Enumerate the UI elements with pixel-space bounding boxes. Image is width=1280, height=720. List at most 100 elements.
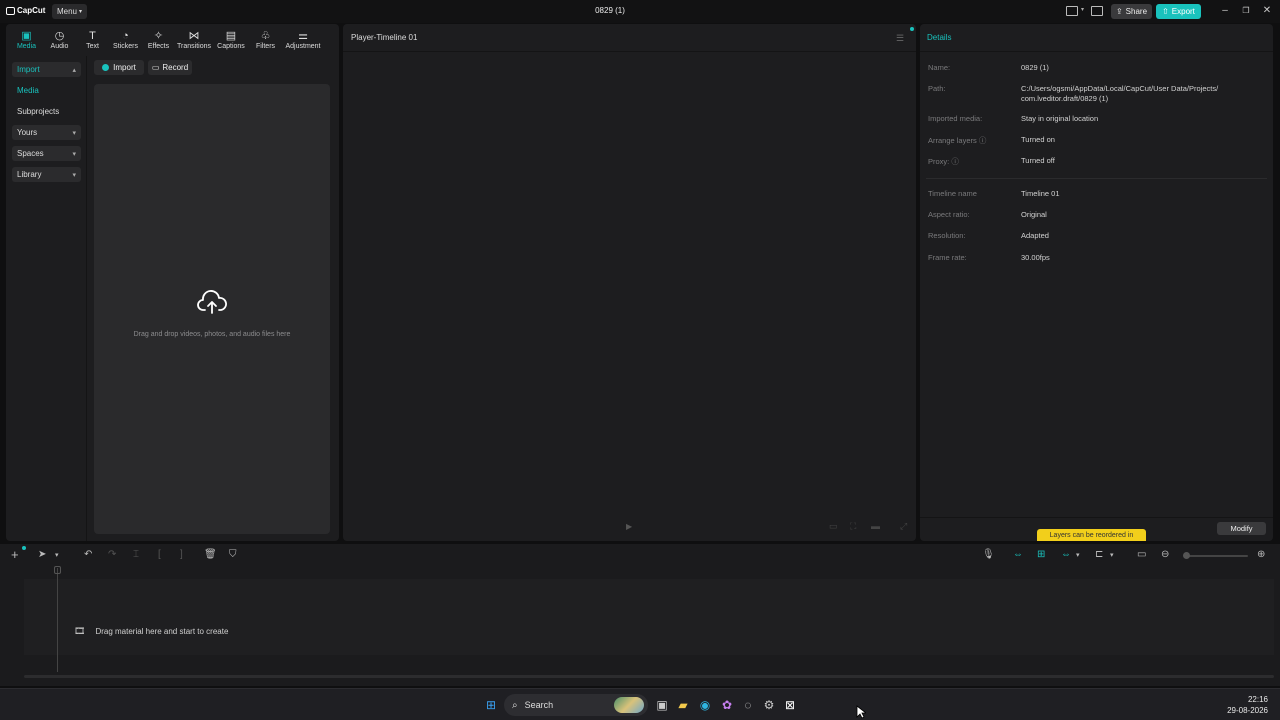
capcut-logo-icon bbox=[6, 6, 15, 15]
media-dropzone[interactable]: Drag and drop videos, photos, and audio … bbox=[94, 84, 330, 534]
tab-media[interactable]: ▣ Media bbox=[10, 24, 43, 52]
layout-icon[interactable] bbox=[1066, 6, 1078, 16]
sidebar-item-import[interactable]: Import ▴ bbox=[12, 62, 81, 77]
sidebar-item-yours[interactable]: Yours ▾ bbox=[12, 125, 81, 140]
fullscreen-icon[interactable]: ⤢ bbox=[900, 521, 907, 532]
chevron-down-icon[interactable]: ▾ bbox=[1076, 551, 1080, 559]
chevron-up-icon: ▴ bbox=[72, 66, 76, 74]
import-button[interactable]: Import bbox=[94, 60, 144, 75]
caption-icon[interactable]: ▭ bbox=[1137, 549, 1146, 560]
split-icon[interactable]: ⌶ bbox=[133, 549, 139, 560]
task-view-icon[interactable]: ▣ bbox=[655, 698, 669, 712]
tab-effects[interactable]: ✧ Effects bbox=[142, 24, 175, 52]
record-button[interactable]: ▭ Record bbox=[148, 60, 192, 75]
hamburger-icon[interactable]: ☰ bbox=[896, 33, 904, 44]
notification-dot bbox=[22, 546, 26, 550]
sidebar-item-spaces[interactable]: Spaces ▾ bbox=[12, 146, 81, 161]
zoom-slider-handle[interactable] bbox=[1183, 552, 1190, 559]
playhead[interactable] bbox=[57, 568, 58, 672]
copilot-icon[interactable]: ✿ bbox=[720, 698, 734, 712]
snap-icon[interactable]: ⇔ bbox=[1061, 549, 1071, 560]
text-icon: T bbox=[89, 30, 96, 42]
detail-value: Adapted bbox=[1021, 231, 1049, 240]
settings-gear-icon[interactable]: ⚙ bbox=[762, 698, 776, 712]
capcut-taskbar-icon[interactable]: ⊠ bbox=[783, 698, 797, 712]
detail-key-text: Proxy: bbox=[928, 157, 950, 166]
sidebar-item-label: Yours bbox=[17, 128, 38, 137]
timeline-scrollbar[interactable] bbox=[24, 675, 1274, 678]
divider bbox=[920, 51, 1273, 52]
chevron-down-icon[interactable]: ▾ bbox=[55, 551, 59, 559]
undo-icon[interactable]: ↶ bbox=[84, 549, 92, 560]
zoom-slider[interactable] bbox=[1186, 555, 1248, 557]
shield-icon[interactable]: ⛉ bbox=[229, 549, 237, 560]
taskbar-clock[interactable]: 22:16 29-08-2026 bbox=[1222, 694, 1268, 716]
share-button[interactable]: ⇪ Share bbox=[1111, 4, 1152, 19]
cloud-upload-icon bbox=[197, 290, 227, 314]
delete-icon[interactable]: 🗑︎ bbox=[204, 549, 217, 560]
restore-icon[interactable]: ❐ bbox=[1240, 6, 1252, 15]
clock-time: 22:16 bbox=[1247, 695, 1268, 704]
ratio-select-icon[interactable]: ▬ bbox=[871, 521, 880, 531]
magnet-icon[interactable]: ⊞ bbox=[1037, 549, 1045, 560]
edge-icon[interactable]: ◉ bbox=[698, 698, 712, 712]
chrome-icon[interactable]: ◌ bbox=[741, 698, 755, 712]
modify-button[interactable]: Modify bbox=[1217, 522, 1266, 535]
share-label: Share bbox=[1125, 7, 1148, 16]
camera-icon: ▭ bbox=[151, 63, 160, 72]
sidebar-item-label: Library bbox=[17, 170, 42, 179]
add-track-icon[interactable]: + bbox=[11, 547, 19, 562]
player-title: Player-Timeline 01 bbox=[351, 33, 418, 42]
close-icon[interactable]: ✕ bbox=[1261, 5, 1273, 16]
sidebar-item-media[interactable]: Media bbox=[12, 83, 81, 98]
tab-audio[interactable]: ◷ Audio bbox=[43, 24, 76, 52]
film-icon: 🎞︎ bbox=[74, 626, 86, 636]
trim-right-icon[interactable]: ] bbox=[180, 549, 183, 560]
link-icon[interactable]: ⇔ bbox=[1013, 549, 1023, 560]
timeline-track-area[interactable] bbox=[24, 579, 1274, 655]
minimize-icon[interactable]: – bbox=[1219, 5, 1231, 16]
info-icon[interactable]: ⓘ bbox=[979, 136, 987, 145]
tab-stickers[interactable]: ◔ Stickers bbox=[109, 24, 142, 52]
export-button[interactable]: ⇧ Export bbox=[1156, 4, 1201, 19]
layout-chevron-icon[interactable]: ▾ bbox=[1081, 6, 1084, 13]
detail-key: Aspect ratio: bbox=[928, 210, 970, 219]
play-icon[interactable]: ▶ bbox=[626, 522, 632, 531]
media-icon: ▣ bbox=[21, 30, 32, 42]
tab-captions[interactable]: ▤ Captions bbox=[213, 24, 249, 52]
tab-label: Captions bbox=[217, 43, 245, 50]
info-icon[interactable]: ⓘ bbox=[951, 157, 959, 166]
sidebar-item-subprojects[interactable]: Subprojects bbox=[12, 104, 81, 119]
taskbar-search[interactable]: ⌕ Search bbox=[504, 694, 648, 716]
tab-adjustment[interactable]: ⚌ Adjustment bbox=[282, 24, 324, 52]
detail-value: Timeline 01 bbox=[1021, 189, 1060, 198]
zoom-in-icon[interactable]: ⊕ bbox=[1257, 549, 1265, 560]
tab-filters[interactable]: ♧ Filters bbox=[249, 24, 282, 52]
windows-start-icon[interactable]: ⊞ bbox=[484, 698, 498, 712]
detail-row-path: Path: C:/Users/ogsmi/AppData/Local/CapCu… bbox=[928, 84, 1268, 104]
filters-icon: ♧ bbox=[260, 30, 271, 42]
keyboard-icon[interactable] bbox=[1091, 6, 1103, 16]
tab-text[interactable]: T Text bbox=[76, 24, 109, 52]
select-cursor-icon[interactable]: ➤ bbox=[38, 549, 46, 560]
tab-transitions[interactable]: ⋈ Transitions bbox=[175, 24, 213, 52]
divider bbox=[343, 51, 916, 52]
tab-label: Stickers bbox=[113, 43, 138, 50]
chevron-down-icon[interactable]: ▾ bbox=[1110, 551, 1114, 559]
playhead-handle[interactable] bbox=[54, 566, 61, 574]
focus-icon[interactable]: ⛶ bbox=[850, 521, 856, 532]
menu-label: Menu bbox=[56, 7, 77, 16]
captions-icon: ▤ bbox=[225, 30, 237, 42]
detail-key: Imported media: bbox=[928, 114, 983, 123]
zoom-out-icon[interactable]: ⊖ bbox=[1161, 549, 1169, 560]
chevron-down-icon: ▾ bbox=[72, 150, 76, 158]
ratio-icon[interactable]: ▭ bbox=[829, 521, 838, 532]
detail-row-imported-media: Imported media: Stay in original locatio… bbox=[928, 114, 1268, 124]
redo-icon[interactable]: ↷ bbox=[108, 549, 116, 560]
microphone-icon[interactable]: 🎙︎ bbox=[982, 549, 995, 560]
trim-left-icon[interactable]: [ bbox=[158, 549, 161, 560]
file-explorer-icon[interactable]: ▰ bbox=[676, 698, 690, 712]
menu-button[interactable]: Menu ▾ bbox=[52, 4, 87, 19]
preview-axis-icon[interactable]: ⊏ bbox=[1095, 549, 1103, 560]
sidebar-item-library[interactable]: Library ▾ bbox=[12, 167, 81, 182]
